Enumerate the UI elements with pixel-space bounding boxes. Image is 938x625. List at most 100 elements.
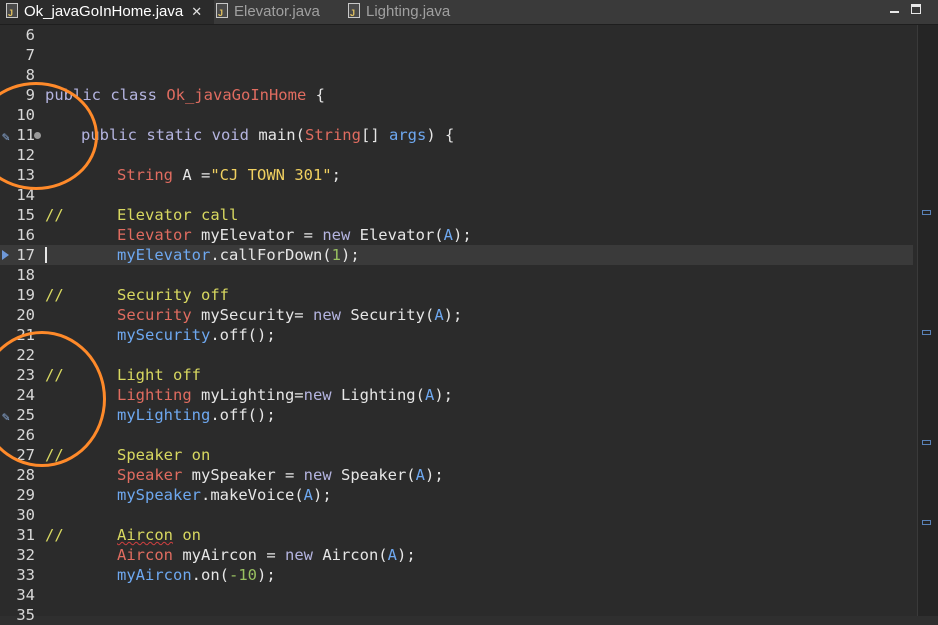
code-text: String A ="CJ TOWN 301"; (117, 166, 341, 184)
line-number: 29 (16, 486, 35, 504)
code-line: 32 Aircon myAircon = new Aircon(A); (0, 545, 913, 565)
code-line: 28 Speaker mySpeaker = new Speaker(A); (0, 465, 913, 485)
editor-tab-bar: Ok_javaGoInHome.java ✕ Elevator.java Ligh… (0, 0, 938, 25)
occurrence-marker[interactable] (922, 330, 931, 335)
code-text: myElevator.callForDown(1); (117, 246, 360, 264)
line-number: 31 (16, 526, 35, 544)
comment-marker: // (45, 206, 64, 224)
java-file-icon (348, 1, 360, 25)
code-line: ✎ 11 public static void main(String[] args… (0, 125, 913, 145)
line-number: 9 (25, 86, 35, 104)
code-line: 31 // Aircon on (0, 525, 913, 545)
tab-elevator[interactable]: Elevator.java (214, 0, 336, 25)
line-number: 10 (16, 106, 35, 124)
tab-lighting[interactable]: Lighting.java (346, 0, 478, 25)
code-line: 7 (0, 45, 913, 65)
line-number: 6 (25, 26, 35, 44)
code-line: 19 // Security off (0, 285, 913, 305)
tab-ok-javagoinhome[interactable]: Ok_javaGoInHome.java ✕ (0, 0, 214, 25)
line-number: 27 (16, 446, 35, 464)
line-number: 33 (16, 566, 35, 584)
code-line: 10 (0, 105, 913, 125)
line-number: 35 (16, 606, 35, 624)
code-line-current: 17 myElevator.callForDown(1); (0, 245, 913, 265)
fold-toggle-icon[interactable] (34, 132, 41, 139)
line-number: 24 (16, 386, 35, 404)
line-number: 34 (16, 586, 35, 604)
code-line: 24 Lighting myLighting=new Lighting(A); (0, 385, 913, 405)
line-number: 19 (16, 286, 35, 304)
debug-pointer-icon (2, 250, 9, 260)
comment-text: Light off (117, 366, 201, 384)
line-number: 23 (16, 366, 35, 384)
code-line: 8 (0, 65, 913, 85)
code-line: 20 Security mySecurity= new Security(A); (0, 305, 913, 325)
code-text: Lighting myLighting=new Lighting(A); (117, 386, 453, 404)
code-text: Elevator myElevator = new Elevator(A); (117, 226, 472, 244)
spelling-error[interactable]: Aircon (117, 526, 173, 544)
line-number: 21 (16, 326, 35, 344)
code-line: 30 (0, 505, 913, 525)
code-line: 21 mySecurity.off(); (0, 325, 913, 345)
code-text: myLighting.off(); (117, 406, 276, 424)
tab-label: Elevator.java (234, 3, 320, 20)
tab-label: Lighting.java (366, 3, 451, 20)
line-number: 16 (16, 226, 35, 244)
code-text: Speaker mySpeaker = new Speaker(A); (117, 466, 444, 484)
line-number: 22 (16, 346, 35, 364)
code-text: public class Ok_javaGoInHome { (45, 86, 325, 104)
comment-marker: // (45, 526, 64, 544)
line-number: 28 (16, 466, 35, 484)
text-cursor (45, 247, 47, 263)
line-number: 12 (16, 146, 35, 164)
code-line: 22 (0, 345, 913, 365)
minimize-icon[interactable] (889, 3, 900, 14)
code-text: Security mySecurity= new Security(A); (117, 306, 463, 324)
line-number: 17 (16, 246, 35, 264)
code-line: 6 (0, 25, 913, 45)
java-file-icon (216, 1, 228, 25)
code-text: Aircon myAircon = new Aircon(A); (117, 546, 416, 564)
code-line: 26 (0, 425, 913, 445)
line-number: 25 (16, 406, 35, 424)
line-number: 14 (16, 186, 35, 204)
code-text: public static void main(String[] args) { (81, 126, 455, 144)
line-number: 7 (25, 46, 35, 64)
code-line: 14 (0, 185, 913, 205)
comment-text: Security off (117, 286, 229, 304)
line-number: 11 (16, 126, 35, 144)
line-number: 13 (16, 166, 35, 184)
code-line: 16 Elevator myElevator = new Elevator(A); (0, 225, 913, 245)
line-number: 8 (25, 66, 35, 84)
code-line: 18 (0, 265, 913, 285)
comment-marker: // (45, 286, 64, 304)
comment-text: Aircon on (117, 526, 201, 544)
code-line: 29 mySpeaker.makeVoice(A); (0, 485, 913, 505)
code-text: mySpeaker.makeVoice(A); (117, 486, 332, 504)
code-editor[interactable]: 6 7 8 9 public class Ok_javaGoInHome { 10… (0, 25, 918, 624)
java-file-icon (6, 1, 18, 25)
code-line: 35 (0, 605, 913, 625)
comment-marker: // (45, 366, 64, 384)
occurrence-marker[interactable] (922, 520, 931, 525)
code-line: 13 String A ="CJ TOWN 301"; (0, 165, 913, 185)
line-number: 32 (16, 546, 35, 564)
occurrence-marker[interactable] (922, 210, 931, 215)
overview-ruler[interactable] (917, 25, 938, 616)
code-line: 23 // Light off (0, 365, 913, 385)
code-line: ✎ 25 myLighting.off(); (0, 405, 913, 425)
code-line: 12 (0, 145, 913, 165)
line-number: 26 (16, 426, 35, 444)
occurrence-marker[interactable] (922, 440, 931, 445)
code-line: 15 // Elevator call (0, 205, 913, 225)
code-line: 33 myAircon.on(-10); (0, 565, 913, 585)
line-number: 30 (16, 506, 35, 524)
comment-marker: // (45, 446, 64, 464)
code-text: myAircon.on(-10); (117, 566, 276, 584)
maximize-icon[interactable] (911, 4, 921, 14)
line-number: 20 (16, 306, 35, 324)
code-text: mySecurity.off(); (117, 326, 276, 344)
code-line: 27 // Speaker on (0, 445, 913, 465)
close-icon[interactable]: ✕ (191, 0, 202, 24)
line-number: 15 (16, 206, 35, 224)
